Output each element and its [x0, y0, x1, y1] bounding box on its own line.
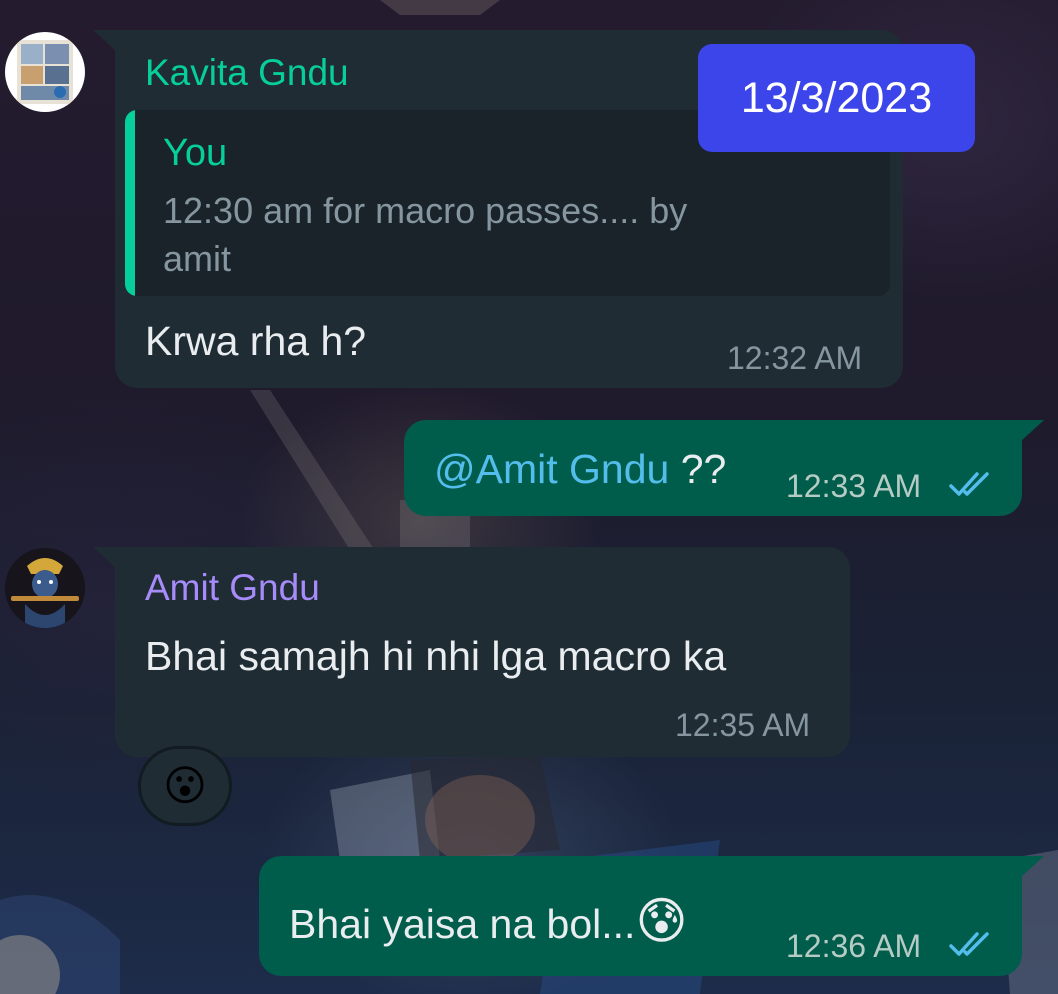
chat-area[interactable]: Kavita Gndu You 12:30 am for macro passe…: [0, 0, 1058, 994]
message-text: Bhai yaisa na bol...😰: [289, 892, 688, 950]
message-time: 12:36 AM: [786, 928, 922, 964]
reaction-badge[interactable]: 😮: [138, 746, 232, 826]
bubble-tail: [1020, 856, 1044, 878]
message-text-suffix: ??: [669, 446, 727, 492]
surprised-face-icon: 😮: [163, 762, 207, 809]
bubble-tail: [93, 547, 117, 569]
mention-link[interactable]: @Amit Gndu: [434, 446, 669, 492]
sender-name[interactable]: Amit Gndu: [145, 567, 320, 609]
sender-name[interactable]: Kavita Gndu: [145, 52, 349, 94]
message-text: @Amit Gndu ??: [434, 446, 726, 493]
message-time: 12:33 AM: [786, 468, 922, 504]
avatar-picture-icon: [17, 40, 73, 104]
message-bubble-amit[interactable]: Amit Gndu Bhai samajh hi nhi lga macro k…: [93, 547, 850, 757]
date-badge: 13/3/2023: [698, 44, 975, 152]
quote-author: You: [163, 132, 228, 174]
read-double-check-icon: [949, 932, 989, 956]
avatar-picture-icon: [5, 548, 85, 628]
avatar-amit[interactable]: [5, 548, 85, 628]
quote-text-line1: 12:30 am for macro passes.... by: [163, 190, 688, 231]
avatar-kavita[interactable]: [5, 32, 85, 112]
read-double-check-icon: [949, 472, 989, 496]
message-text-body: Bhai yaisa na bol...: [289, 901, 636, 947]
message-bubble-outgoing-mention[interactable]: @Amit Gndu ?? 12:33 AM: [404, 420, 1044, 516]
message-text: Krwa rha h?: [145, 318, 367, 364]
anxious-face-icon: 😰: [635, 893, 688, 949]
message-time: 12:32 AM: [727, 340, 863, 376]
message-text: Bhai samajh hi nhi lga macro ka: [145, 633, 727, 679]
message-time: 12:35 AM: [675, 707, 811, 743]
quote-accent-bar: [125, 110, 135, 296]
message-bubble-outgoing-last[interactable]: Bhai yaisa na bol...😰 12:36 AM: [259, 856, 1044, 976]
bubble-tail: [93, 30, 117, 52]
bubble-tail: [1020, 420, 1044, 442]
quote-text-line2: amit: [163, 238, 232, 279]
